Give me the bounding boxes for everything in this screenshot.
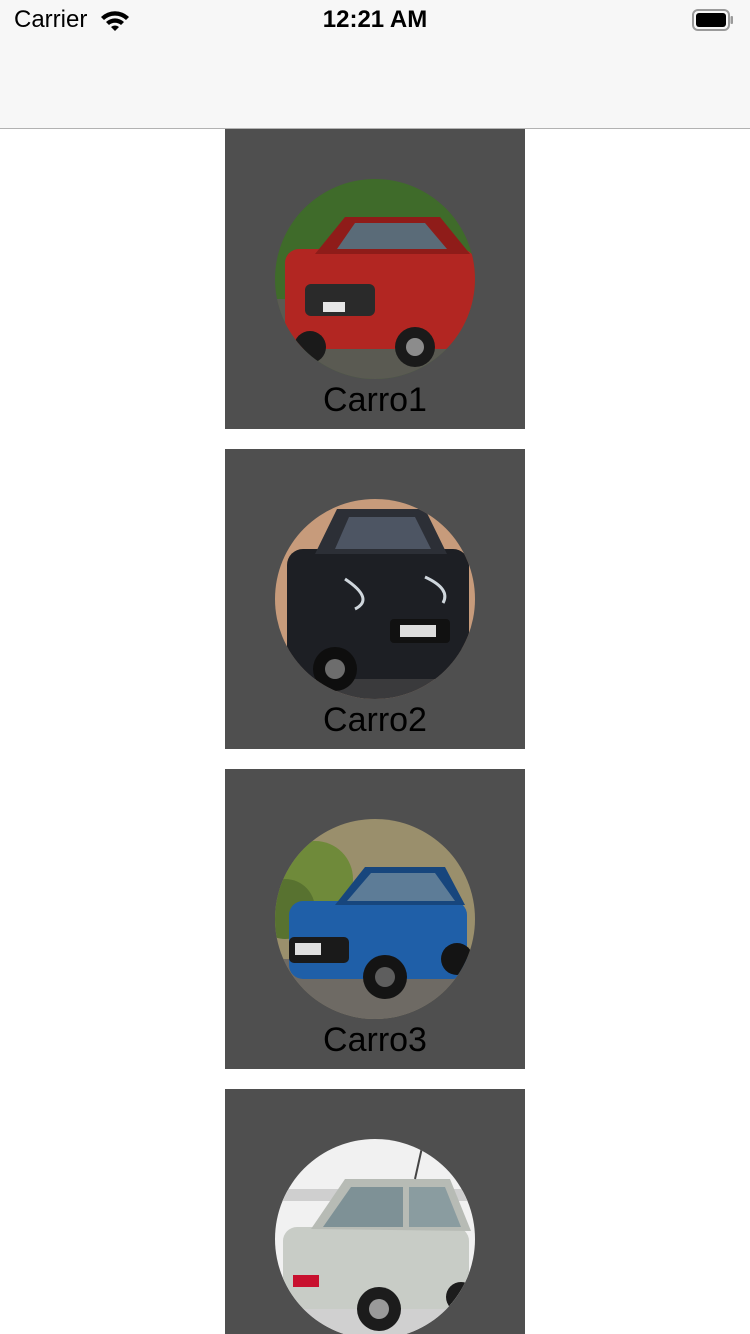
car-card-4[interactable] (225, 1089, 525, 1334)
car-label-1: Carro1 (323, 381, 427, 419)
car-card-2[interactable]: Carro2 (225, 449, 525, 749)
status-bar: Carrier 12:21 AM (0, 0, 750, 40)
car-photo-1 (275, 179, 475, 379)
battery-icon (692, 9, 733, 31)
car-card-1[interactable]: Carro1 (225, 129, 525, 429)
car-photo-2 (275, 499, 475, 699)
navigation-bar (0, 40, 750, 129)
status-time: 12:21 AM (322, 6, 428, 33)
car-label-2: Carro2 (323, 701, 427, 739)
car-photo-4 (275, 1139, 475, 1334)
car-card-3[interactable]: Carro3 (225, 769, 525, 1069)
car-photo-3 (275, 819, 475, 1019)
car-label-3: Carro3 (323, 1021, 427, 1059)
